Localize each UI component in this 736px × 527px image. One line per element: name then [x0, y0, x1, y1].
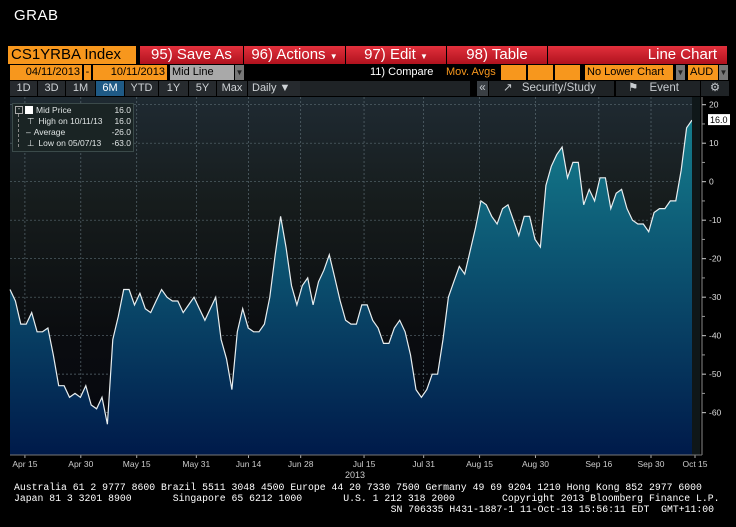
legend-low-label: Low on 05/07/13	[38, 138, 102, 148]
tab-3d[interactable]: 3D	[38, 81, 66, 96]
tab-1d[interactable]: 1D	[10, 81, 38, 96]
y-tick-label: 0	[709, 177, 714, 187]
x-tick-label: May 31	[182, 459, 210, 469]
legend-collapse-icon[interactable]: -	[15, 106, 23, 114]
x-tick-label: Sep 16	[585, 459, 612, 469]
footer-contacts-line-1: Australia 61 2 9777 8600 Brazil 5511 304…	[14, 482, 702, 493]
security-study-button[interactable]: ↗ Security/Study	[488, 81, 614, 96]
legend-high-value: 16.0	[114, 116, 131, 126]
currency-select[interactable]: AUD	[688, 65, 718, 80]
y-tick-label: -30	[709, 292, 722, 302]
date-separator: -	[84, 65, 91, 80]
currency-dropdown-icon[interactable]: ▼	[719, 65, 728, 80]
x-tick-label: May 15	[123, 459, 151, 469]
legend-mid-price-value: 16.0	[114, 105, 131, 115]
legend-average-label: Average	[33, 127, 66, 137]
flag-icon: ⚑	[628, 82, 639, 94]
y-tick-label: -50	[709, 369, 722, 379]
y-tick-label: -10	[709, 215, 722, 225]
y-tick-label: 20	[709, 100, 719, 110]
plot-edge	[692, 97, 700, 455]
x-tick-label: Jul 15	[353, 459, 376, 469]
x-tick-label: Apr 30	[68, 459, 93, 469]
x-tick-label: Jun 28	[288, 459, 314, 469]
y-tick-label: -40	[709, 331, 722, 341]
x-tick-label: Aug 30	[522, 459, 549, 469]
high-marker-icon: ⊤	[27, 116, 35, 126]
line-type-dropdown-icon[interactable]: ▼	[235, 65, 244, 80]
security-study-label: Security/Study	[521, 82, 596, 94]
mov-avg-field-3[interactable]	[555, 65, 580, 80]
x-tick-label: Aug 15	[466, 459, 493, 469]
settings-gear-icon[interactable]: ⚙	[700, 81, 729, 96]
mid-price-swatch-icon	[25, 106, 33, 114]
legend-average-value: -26.0	[111, 127, 131, 137]
mov-avgs-label: Mov. Avgs	[446, 66, 496, 78]
ticker-field[interactable]: CS1YRBA Index	[8, 46, 136, 64]
line-chart-icon: ↗	[503, 82, 513, 94]
save-as-button[interactable]: 95) Save As	[140, 46, 244, 64]
average-marker-icon: –	[26, 127, 31, 137]
chart-type-label: Line Chart	[548, 46, 728, 64]
dropdown-arrow-icon: ▼	[279, 82, 291, 94]
x-tick-label: Oct 15	[682, 459, 707, 469]
legend-low-value: -63.0	[111, 138, 131, 148]
tab-max[interactable]: Max	[217, 81, 248, 96]
chart-legend: - Mid Price 16.0 ⊤ High on 10/11/13 16.0 – A…	[12, 103, 134, 152]
tab-1m[interactable]: 1M	[66, 81, 96, 96]
legend-high-label: High on 10/11/13	[38, 116, 103, 126]
x-tick-label: Jun 14	[236, 459, 262, 469]
y-tick-label: 10	[709, 138, 719, 148]
frequency-label: Daily	[252, 82, 277, 94]
tab-6m[interactable]: 6M	[96, 81, 125, 96]
event-label: Event	[649, 82, 679, 94]
line-type-select[interactable]: Mid Line	[170, 65, 234, 80]
y-tick-label: -20	[709, 254, 722, 264]
last-value-label: 16.0	[708, 114, 730, 126]
end-date-field[interactable]: 10/11/2013	[93, 65, 167, 80]
tab-5y[interactable]: 5Y	[189, 81, 217, 96]
table-button[interactable]: 98) Table	[447, 46, 548, 64]
event-button[interactable]: ⚑ Event	[615, 81, 700, 96]
dropdown-arrow-icon: ▼	[329, 52, 338, 61]
edit-button[interactable]: 97) Edit ▼	[346, 46, 447, 64]
lower-chart-select[interactable]: No Lower Chart	[585, 65, 673, 80]
lower-chart-dropdown-icon[interactable]: ▼	[676, 65, 685, 80]
line-chart: 20 10 0 -10 -20 -30 -40 -50 -60 Apr 15 Apr 30 May …	[9, 97, 730, 480]
start-date-field[interactable]: 04/11/2013	[10, 65, 82, 80]
x-tick-label: Jul 31	[412, 459, 435, 469]
footer-contacts-line-2: Japan 81 3 3201 8900 Singapore 65 6212 1…	[14, 493, 720, 504]
collapse-button[interactable]: «	[476, 81, 488, 96]
low-marker-icon: ⊥	[27, 138, 35, 148]
y-tick-label: -60	[709, 408, 722, 418]
actions-button[interactable]: 96) Actions ▼	[244, 46, 346, 64]
frequency-select[interactable]: Daily ▼	[248, 81, 303, 96]
tab-1y[interactable]: 1Y	[159, 81, 189, 96]
edit-label: 97) Edit	[364, 46, 416, 63]
compare-button[interactable]: 11) Compare	[370, 65, 433, 80]
footer-session-line: SN 706335 H431-1887-1 11-Oct-13 15:56:11…	[390, 504, 714, 515]
x-year-label: 2013	[345, 470, 365, 480]
tab-ytd[interactable]: YTD	[125, 81, 159, 96]
last-value-text: 16.0	[710, 115, 728, 125]
x-tick-label: Sep 30	[638, 459, 665, 469]
x-tick-label: Apr 15	[12, 459, 37, 469]
actions-label: 96) Actions	[251, 46, 326, 63]
mov-avg-field-1[interactable]	[501, 65, 526, 80]
legend-mid-price-label: Mid Price	[36, 105, 72, 115]
dropdown-arrow-icon: ▼	[419, 52, 428, 61]
legend-bracket	[18, 114, 23, 147]
toolbar-strip	[300, 81, 470, 96]
mov-avg-field-2[interactable]	[528, 65, 553, 80]
window-title: GRAB	[14, 7, 59, 24]
